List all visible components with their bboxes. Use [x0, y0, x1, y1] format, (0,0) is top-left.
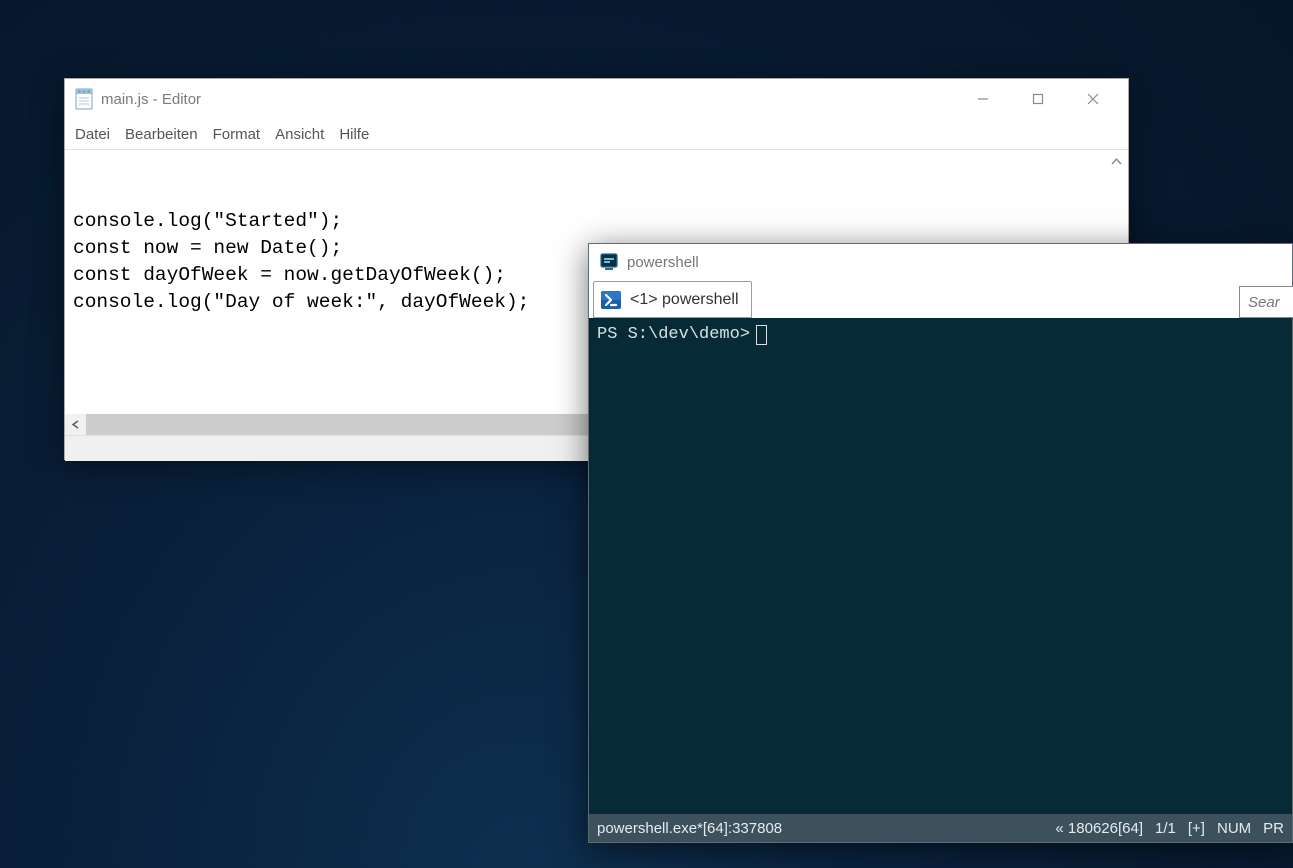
scroll-up-icon[interactable]: [1108, 153, 1125, 170]
menu-help[interactable]: Hilfe: [339, 126, 369, 143]
powershell-window-title: powershell: [627, 254, 699, 271]
terminal-search-input[interactable]: [1239, 286, 1293, 318]
terminal-cursor: [756, 325, 767, 345]
terminal-prompt: PS S:\dev\demo>: [597, 324, 750, 346]
menu-view[interactable]: Ansicht: [275, 126, 324, 143]
powershell-tab[interactable]: <1> powershell: [593, 281, 752, 318]
maximize-button[interactable]: [1010, 82, 1065, 116]
editor-titlebar[interactable]: main.js - Editor: [65, 79, 1128, 119]
close-button[interactable]: [1065, 82, 1120, 116]
powershell-window: powershell <1> powershell PS S:\dev\demo…: [588, 243, 1293, 843]
terminal-statusbar: powershell.exe*[64]:337808 « 180626[64] …: [589, 814, 1292, 842]
terminal-prompt-line: PS S:\dev\demo>: [597, 324, 1284, 346]
status-build: « 180626[64]: [1055, 820, 1143, 837]
window-controls: [955, 82, 1120, 116]
conemu-icon: [599, 252, 619, 272]
status-process: powershell.exe*[64]:337808: [597, 820, 1055, 837]
powershell-titlebar[interactable]: powershell: [589, 244, 1292, 280]
scroll-left-icon[interactable]: [65, 414, 86, 435]
menu-edit[interactable]: Bearbeiten: [125, 126, 198, 143]
status-extra: PR: [1263, 820, 1284, 837]
notepad-icon: [75, 88, 93, 110]
editor-window-title: main.js - Editor: [101, 91, 955, 108]
menu-file[interactable]: Datei: [75, 126, 110, 143]
menu-format[interactable]: Format: [213, 126, 261, 143]
terminal-output[interactable]: PS S:\dev\demo>: [589, 318, 1292, 814]
powershell-tab-label: <1> powershell: [630, 291, 739, 309]
powershell-tabbar: <1> powershell: [589, 280, 1292, 318]
minimize-button[interactable]: [955, 82, 1010, 116]
powershell-icon: [600, 289, 622, 311]
status-expand[interactable]: [+]: [1188, 820, 1205, 837]
editor-menubar: Datei Bearbeiten Format Ansicht Hilfe: [65, 119, 1128, 149]
status-pane: 1/1: [1155, 820, 1176, 837]
status-num: NUM: [1217, 820, 1251, 837]
